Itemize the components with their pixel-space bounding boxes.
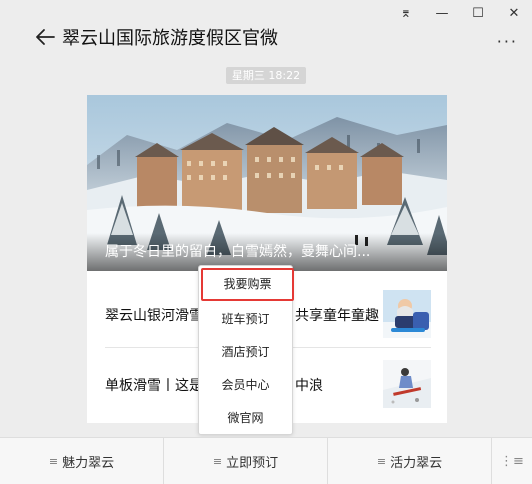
menu-lines-icon: ≡ — [212, 454, 223, 468]
tab-label: 魅力翠云 — [62, 455, 115, 471]
menu-item-shuttle-booking[interactable]: 班车预订 — [199, 303, 292, 336]
menu-item-member-center[interactable]: 会员中心 — [199, 369, 292, 402]
chat-title: 翠云山国际旅游度假区官微 — [62, 28, 278, 49]
bottom-menu-bar: ≡ 魅力翠云 ≡ 立即预订 ≡ 活力翠云 ⋮≡ — [0, 437, 532, 484]
article-title-part: 翠云山银河滑雪 — [105, 308, 203, 324]
back-arrow-icon[interactable] — [34, 26, 56, 48]
message-timestamp: 星期三 18:22 — [226, 67, 306, 84]
tab-book-now[interactable]: ≡ 立即预订 — [164, 438, 328, 484]
menu-item-hotel-booking[interactable]: 酒店预订 — [199, 336, 292, 369]
tab-charm-cuiyun[interactable]: ≡ 魅力翠云 — [0, 438, 164, 484]
more-options-icon[interactable]: ··· — [497, 34, 518, 50]
article-title-part: 单板滑雪丨这是 — [105, 378, 203, 394]
hero-article[interactable]: 属于冬日里的留白，白雪嫣然，曼舞心间... — [87, 95, 447, 271]
menu-item-buy-ticket[interactable]: 我要购票 — [201, 268, 294, 301]
tab-label: 活力翠云 — [390, 455, 443, 471]
keyboard-toggle-icon[interactable]: ⋮≡ — [492, 438, 532, 484]
tab-active-cuiyun[interactable]: ≡ 活力翠云 — [328, 438, 492, 484]
sub-menu-popup: 我要购票 班车预订 酒店预订 会员中心 微官网 — [198, 265, 294, 435]
chat-header: 翠云山国际旅游度假区官微 ··· — [0, 16, 532, 60]
tab-label: 立即预订 — [226, 455, 279, 471]
menu-lines-icon: ≡ — [48, 454, 59, 468]
article-title-part: 中浪 — [295, 378, 323, 394]
menu-lines-icon: ≡ — [376, 454, 387, 468]
menu-item-micro-site[interactable]: 微官网 — [199, 402, 292, 435]
article-thumbnail — [383, 360, 431, 408]
hero-caption: 属于冬日里的留白，白雪嫣然，曼舞心间... — [105, 244, 371, 260]
article-thumbnail — [383, 290, 431, 338]
article-title-part: 共享童年童趣 — [295, 308, 379, 324]
